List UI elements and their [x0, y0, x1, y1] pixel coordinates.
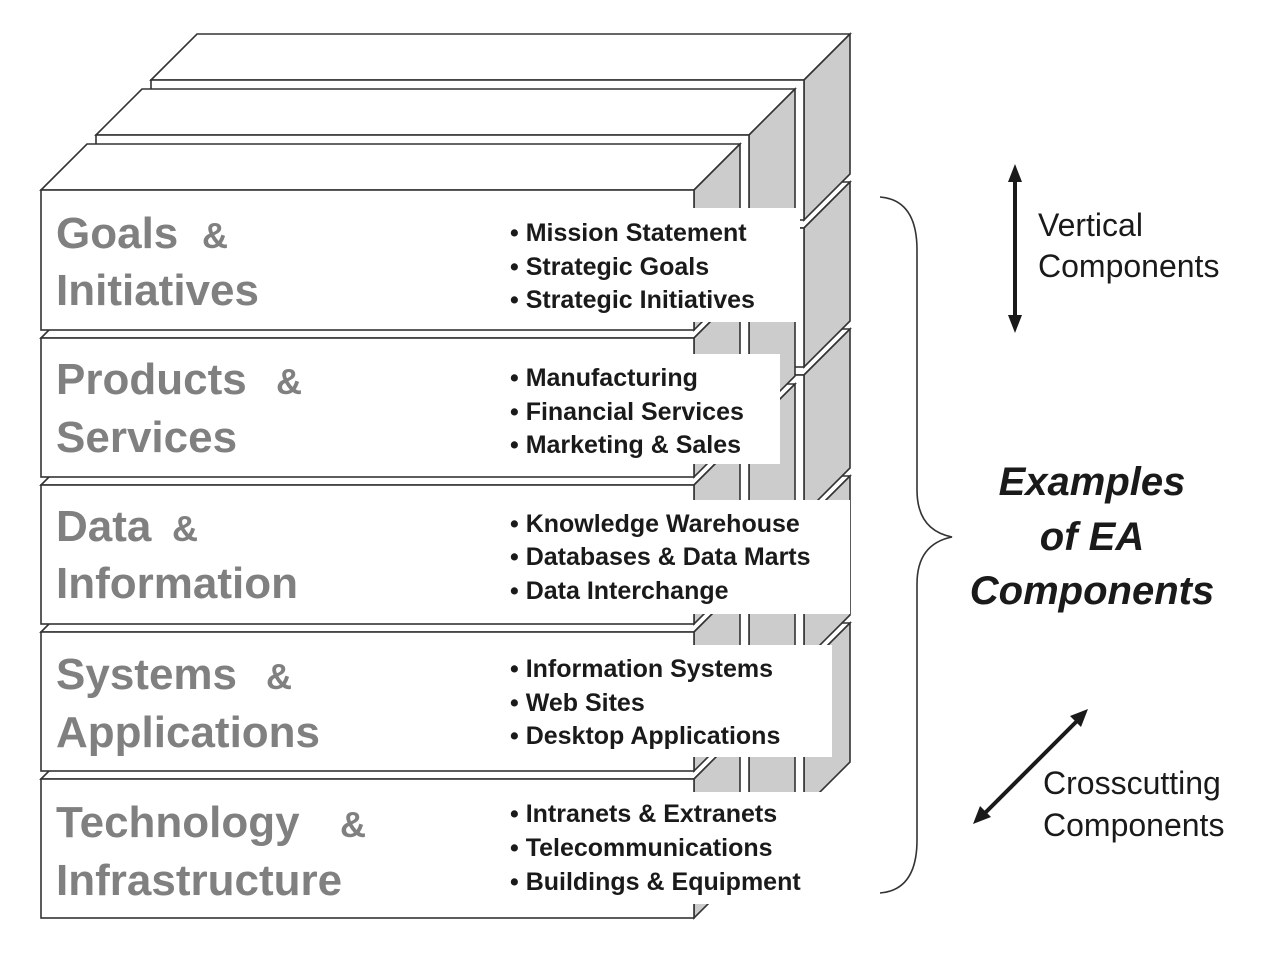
bullet-item: • Mission Statement [510, 219, 747, 247]
bullet-item: • Intranets & Extranets [510, 800, 777, 828]
layer-title: Systems [56, 650, 237, 699]
vertical-arrow-icon [1008, 164, 1022, 333]
layer-title-amp: & [340, 804, 366, 845]
bullet-item: • Financial Services [510, 398, 744, 426]
bullet-item: • Buildings & Equipment [510, 868, 801, 896]
layer-title: Information [56, 559, 298, 608]
layer-title: Technology [56, 798, 300, 847]
bullet-item: • Telecommunications [510, 834, 773, 862]
bullet-item: • Web Sites [510, 689, 645, 717]
bullet-item: • Strategic Initiatives [510, 286, 755, 314]
bullet-item: • Marketing & Sales [510, 431, 741, 459]
box-top-face [94, 88, 797, 136]
layer-title: Data [56, 502, 152, 551]
layer-title-amp: & [202, 215, 228, 256]
layer-stack [39, 32, 852, 920]
bullet-item: • Databases & Data Marts [510, 543, 811, 571]
layer-title-amp: & [276, 361, 302, 402]
center-title: of EA [1040, 515, 1144, 559]
ea-components-diagram: Goals & Initiatives • Mission Statement … [39, 32, 1224, 920]
layer-title: Initiatives [56, 266, 259, 315]
bullet-item: • Knowledge Warehouse [510, 510, 800, 538]
layer-title-amp: & [266, 656, 292, 697]
curly-brace [879, 196, 953, 894]
bullet-item: • Desktop Applications [510, 722, 780, 750]
center-title: Components [970, 569, 1214, 613]
bullet-item: • Manufacturing [510, 364, 698, 392]
bullet-item: • Data Interchange [510, 577, 729, 605]
layer-title: Applications [56, 708, 320, 757]
box-top-face [149, 33, 852, 81]
crosscutting-components-label: Crosscutting [1043, 765, 1221, 801]
layer-title: Products [56, 355, 247, 404]
layer-title: Services [56, 413, 237, 462]
box-top-face [39, 143, 742, 191]
vertical-components-label: Vertical [1038, 207, 1143, 243]
vertical-components-label: Components [1038, 248, 1219, 284]
bullet-item: • Strategic Goals [510, 253, 709, 281]
crosscutting-components-label: Components [1043, 807, 1224, 843]
center-title: Examples [999, 460, 1186, 504]
layer-title: Infrastructure [56, 856, 342, 905]
layer-title: Goals [56, 209, 178, 258]
bullet-item: • Information Systems [510, 655, 773, 683]
layer-title-amp: & [172, 508, 198, 549]
